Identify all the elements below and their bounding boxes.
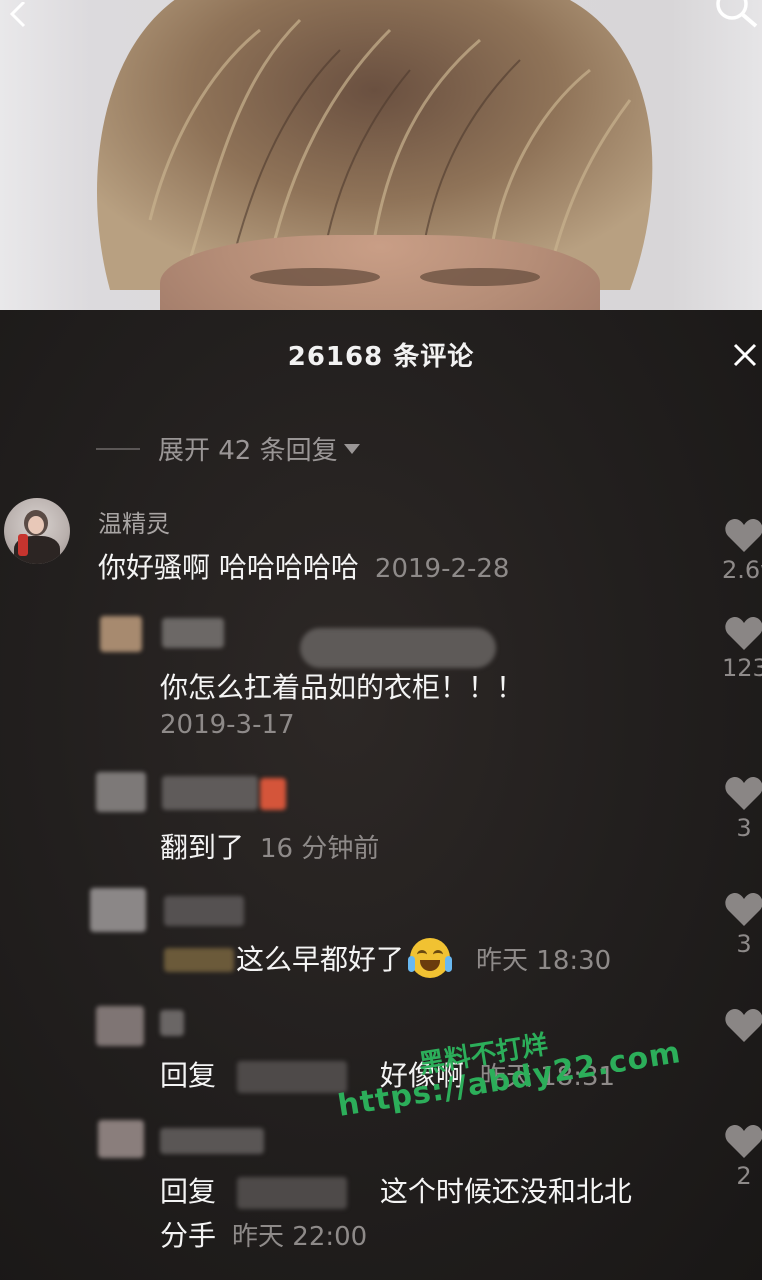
avatar[interactable]	[100, 616, 142, 652]
reply-text[interactable]: 这么早都好了 昨天 18:30	[236, 938, 611, 978]
reply-text[interactable]: 翻到了 16 分钟前	[160, 826, 379, 866]
eyebrow-right	[420, 268, 540, 286]
like-button[interactable]	[722, 1008, 762, 1044]
heart-icon	[725, 777, 762, 810]
reply-body: 这个时候还没和北北	[379, 1175, 632, 1208]
comment-timestamp: 2019-2-28	[374, 554, 510, 584]
heart-icon	[725, 519, 762, 552]
like-button[interactable]: 2.6w	[722, 518, 762, 584]
reply-body-cont: 分手	[160, 1219, 217, 1252]
like-button[interactable]: 3	[722, 892, 762, 958]
like-button[interactable]: 2	[722, 1124, 762, 1190]
reply-body: 这么早都好了	[236, 943, 405, 976]
back-icon[interactable]	[6, 2, 32, 28]
avatar[interactable]	[4, 498, 70, 564]
eyebrow-left	[250, 268, 380, 286]
username-blurred	[260, 778, 286, 810]
reply-timestamp: 16 分钟前	[260, 834, 380, 864]
avatar[interactable]	[90, 888, 146, 932]
reply-target-blurred	[164, 948, 234, 972]
username-blurred	[162, 618, 224, 648]
like-count: 123	[722, 654, 762, 682]
expand-replies-button[interactable]: 展开 42 条回复	[96, 430, 360, 467]
reply-target-blurred	[300, 628, 496, 668]
heart-icon	[725, 1009, 762, 1042]
comment-username[interactable]: 温精灵	[98, 504, 170, 539]
avatar[interactable]	[98, 1120, 144, 1158]
username-blurred	[164, 896, 244, 926]
crying-laughing-emoji-icon	[408, 938, 453, 978]
caret-down-icon	[343, 443, 360, 454]
comment-panel: 26168 条评论 展开 42 条回复 温精灵 你好骚啊 哈哈哈哈哈 2019-2…	[0, 310, 762, 1280]
heart-icon	[725, 893, 762, 926]
reply-prefix: 回复	[160, 1175, 217, 1208]
reply-text[interactable]: 回复 这个时候还没和北北	[160, 1170, 632, 1210]
like-button[interactable]: 123	[722, 616, 762, 682]
reply-timestamp: 2019-3-17	[160, 710, 295, 740]
reply-body: 翻到了	[160, 831, 245, 864]
search-icon[interactable]	[712, 0, 762, 28]
like-button[interactable]: 3	[722, 776, 762, 842]
reply-text-line2[interactable]: 分手 昨天 22:00	[160, 1214, 367, 1254]
reply-target-blurred	[236, 1177, 347, 1209]
like-count: 2	[736, 1162, 752, 1190]
reply-target-blurred	[236, 1061, 347, 1093]
reply-timestamp: 昨天 22:00	[232, 1222, 368, 1252]
video-area[interactable]	[0, 0, 762, 312]
comment-body: 你好骚啊 哈哈哈哈哈	[98, 551, 359, 584]
heart-icon	[725, 1125, 762, 1158]
like-count: 3	[736, 814, 752, 842]
expand-replies-label: 展开 42 条回复	[158, 436, 338, 466]
username-blurred	[160, 1010, 184, 1036]
divider-line	[96, 447, 140, 450]
heart-icon	[725, 617, 762, 650]
username-blurred	[162, 776, 258, 810]
reply-timestamp: 昨天 18:30	[476, 946, 612, 976]
comment-count-title: 26168 条评论	[287, 342, 475, 372]
avatar[interactable]	[96, 772, 146, 812]
comment-text[interactable]: 你好骚啊 哈哈哈哈哈 2019-2-28	[98, 546, 509, 586]
avatar[interactable]	[96, 1006, 144, 1046]
reply-text[interactable]: 你怎么扛着品如的衣柜！！！	[160, 666, 524, 706]
reply-prefix: 回复	[160, 1059, 217, 1092]
username-blurred	[160, 1128, 264, 1154]
close-icon[interactable]	[732, 342, 758, 368]
like-count: 2.6w	[722, 556, 762, 584]
like-count: 3	[736, 930, 752, 958]
